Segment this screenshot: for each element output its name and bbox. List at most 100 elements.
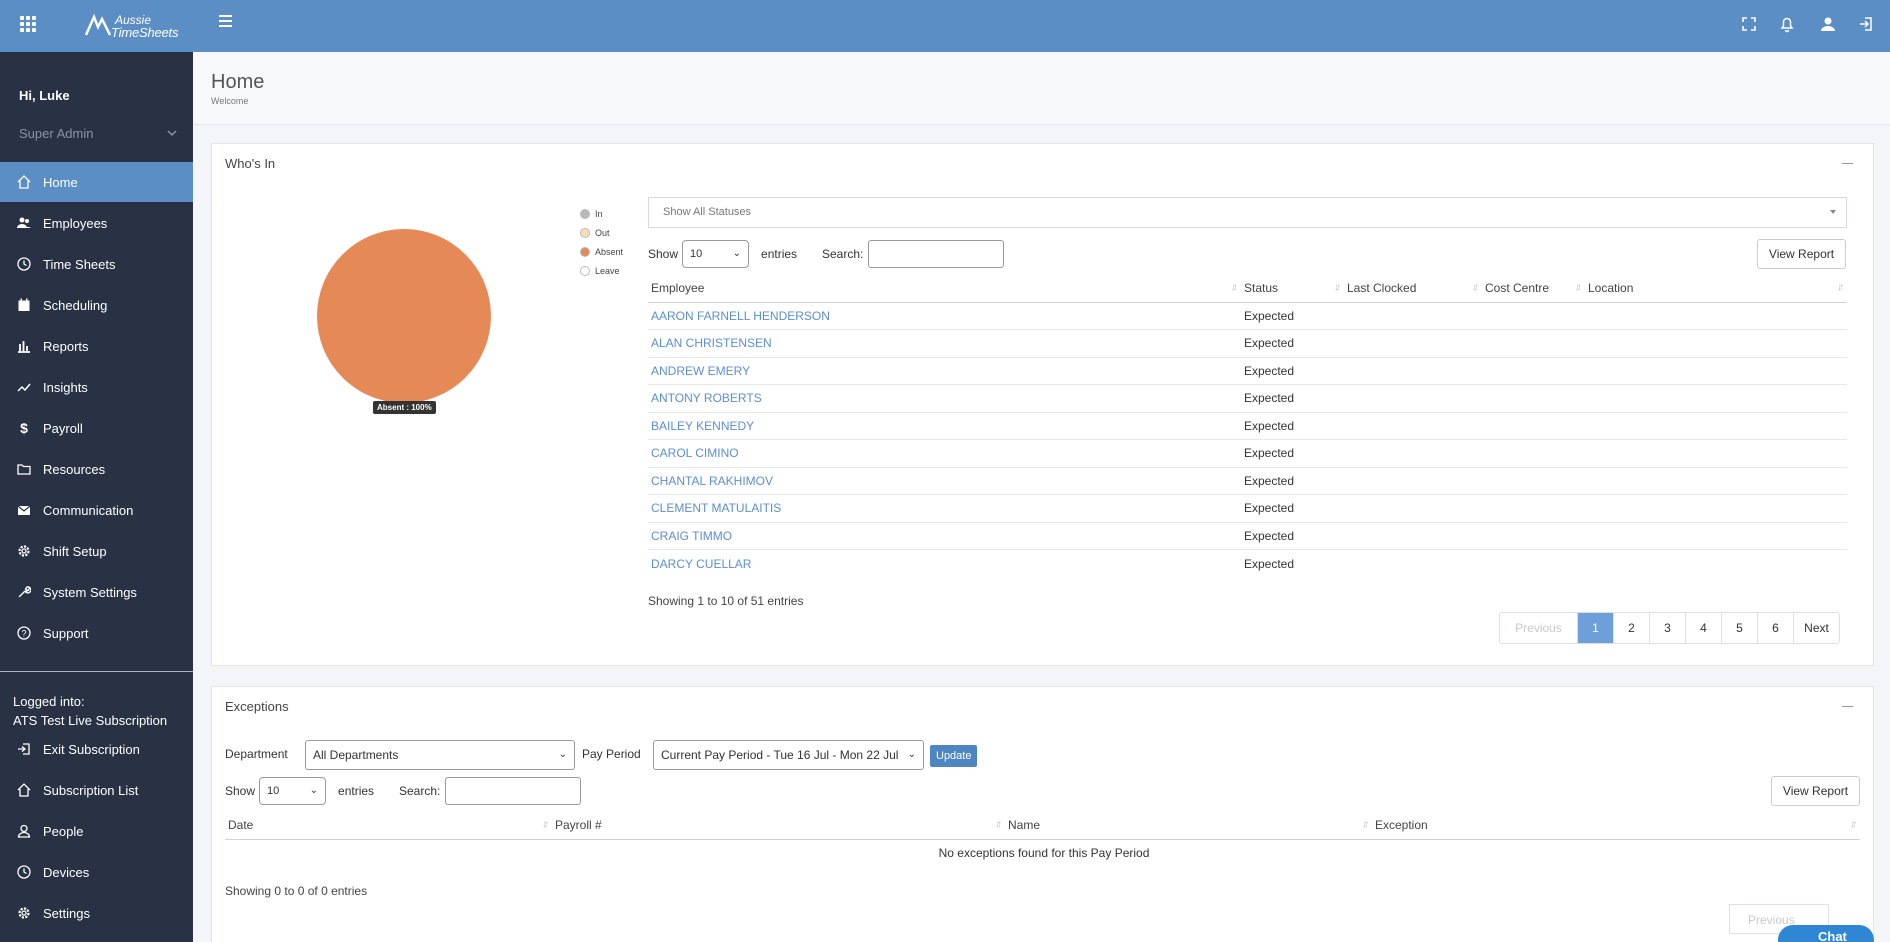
sidebar-item-label: Subscription List bbox=[43, 782, 139, 798]
employee-link[interactable]: ANTONY ROBERTS bbox=[651, 391, 762, 405]
view-report-button[interactable]: View Report bbox=[1771, 776, 1860, 806]
sidebar-item-label: System Settings bbox=[43, 584, 137, 600]
col-location[interactable]: Location ↓↑ bbox=[1585, 274, 1847, 303]
update-button[interactable]: Update bbox=[930, 745, 978, 767]
legend-item-out[interactable]: Out bbox=[580, 223, 623, 242]
employee-link[interactable]: CRAIG TIMMO bbox=[651, 529, 732, 543]
employee-link[interactable]: CAROL CIMINO bbox=[651, 446, 739, 460]
col-label: Name bbox=[1008, 817, 1041, 832]
search-label: Search: bbox=[399, 784, 441, 798]
page-header: Home Welcome bbox=[193, 52, 1890, 125]
employee-link[interactable]: CHANTAL RAKHIMOV bbox=[651, 474, 773, 488]
sidebar-item-scheduling[interactable]: Scheduling bbox=[0, 285, 193, 325]
calendar-icon bbox=[17, 298, 31, 312]
collapse-icon[interactable] bbox=[1842, 163, 1853, 164]
department-select[interactable]: All Departments ⌄ bbox=[305, 740, 575, 770]
cost-centre-cell bbox=[1482, 439, 1585, 468]
exceptions-panel: Exceptions Department All Departments ⌄ P… bbox=[211, 686, 1874, 942]
pager-page-5[interactable]: 5 bbox=[1721, 613, 1757, 643]
pie-legend: In Out Absent Leave bbox=[580, 204, 623, 280]
legend-item-leave[interactable]: Leave bbox=[580, 261, 623, 280]
logged-into-label: Logged into: bbox=[13, 694, 85, 709]
pay-period-select[interactable]: Current Pay Period - Tue 16 Jul - Mon 22… bbox=[653, 740, 924, 770]
status-filter-select[interactable]: Show All Statuses bbox=[648, 197, 1847, 228]
sidebar-item-settings[interactable]: Settings bbox=[0, 893, 193, 933]
legend-item-absent[interactable]: Absent bbox=[580, 242, 623, 261]
pager-page-1[interactable]: 1 bbox=[1577, 613, 1613, 643]
col-employee[interactable]: Employee ↓↑ bbox=[648, 274, 1241, 303]
brand-logo[interactable]: Aussie TimeSheets bbox=[84, 9, 178, 41]
sidebar-item-subscription-list[interactable]: Subscription List bbox=[0, 770, 193, 810]
col-payroll[interactable]: Payroll # ↓↑ bbox=[552, 811, 1005, 840]
sidebar-item-resources[interactable]: Resources bbox=[0, 449, 193, 489]
pager-page-6[interactable]: 6 bbox=[1757, 613, 1793, 643]
employee-link[interactable]: ALAN CHRISTENSEN bbox=[651, 336, 772, 350]
whos-in-title: Who's In bbox=[225, 156, 276, 171]
sidebar-item-communication[interactable]: Communication bbox=[0, 490, 193, 530]
pager-next[interactable]: Next bbox=[1793, 613, 1839, 643]
menu-toggle-icon[interactable] bbox=[219, 15, 232, 27]
chevron-down-icon: ⌄ bbox=[309, 785, 319, 796]
apps-grid-icon[interactable] bbox=[20, 16, 36, 32]
pager-page-4[interactable]: 4 bbox=[1685, 613, 1721, 643]
search-input[interactable] bbox=[868, 240, 1005, 268]
last-clocked-cell bbox=[1344, 302, 1482, 330]
sidebar-item-people[interactable]: People bbox=[0, 811, 193, 851]
employee-link[interactable]: DARCY CUELLAR bbox=[651, 557, 751, 571]
sidebar-item-time-sheets[interactable]: Time Sheets bbox=[0, 244, 193, 284]
role-selector[interactable]: Super Admin bbox=[19, 126, 179, 141]
col-last-clocked[interactable]: Last Clocked ↓↑ bbox=[1344, 274, 1482, 303]
sidebar-item-reports[interactable]: Reports bbox=[0, 326, 193, 366]
department-label: Department bbox=[225, 747, 288, 761]
employee-link[interactable]: BAILEY KENNEDY bbox=[651, 419, 754, 433]
entries-length: Show 10 ⌄ entries bbox=[648, 240, 797, 268]
sidebar-item-label: Shift Setup bbox=[43, 543, 107, 559]
pager-page-2[interactable]: 2 bbox=[1613, 613, 1649, 643]
sidebar-item-home[interactable]: Home bbox=[0, 162, 193, 202]
sidebar-item-employees[interactable]: Employees bbox=[0, 203, 193, 243]
pager-page-3[interactable]: 3 bbox=[1649, 613, 1685, 643]
view-report-button[interactable]: View Report bbox=[1757, 239, 1846, 269]
logout-icon[interactable] bbox=[1857, 14, 1877, 34]
sidebar-item-devices[interactable]: Devices bbox=[0, 852, 193, 892]
table-row: AARON FARNELL HENDERSON Expected bbox=[648, 302, 1847, 330]
sidebar-item-exit-subscription[interactable]: Exit Subscription bbox=[0, 729, 193, 769]
sidebar-item-system-settings[interactable]: System Settings bbox=[0, 572, 193, 612]
sidebar-item-support[interactable]: ? Support bbox=[0, 613, 193, 653]
col-cost-centre[interactable]: Cost Centre ↓↑ bbox=[1482, 274, 1585, 303]
fullscreen-icon[interactable] bbox=[1739, 14, 1759, 34]
page-subtitle: Welcome bbox=[211, 96, 249, 106]
cost-centre-cell bbox=[1482, 302, 1585, 330]
legend-item-in[interactable]: In bbox=[580, 204, 623, 223]
pager-previous[interactable]: Previous bbox=[1500, 613, 1577, 643]
sidebar-divider bbox=[0, 671, 193, 672]
location-cell bbox=[1585, 357, 1847, 385]
legend-label: In bbox=[595, 208, 603, 219]
sidebar-item-shift-setup[interactable]: Shift Setup bbox=[0, 531, 193, 571]
cost-centre-cell bbox=[1482, 550, 1585, 578]
last-clocked-cell bbox=[1344, 412, 1482, 440]
col-date[interactable]: Date ↓↑ bbox=[225, 811, 552, 840]
logged-into: Logged into: ATS Test Live Subscription bbox=[13, 692, 167, 730]
col-status[interactable]: Status ↓↑ bbox=[1241, 274, 1344, 303]
col-exception[interactable]: Exception ↓↑ bbox=[1372, 811, 1860, 840]
sidebar-item-payroll[interactable]: $ Payroll bbox=[0, 408, 193, 448]
entries-select[interactable]: 10 ⌄ bbox=[682, 240, 750, 268]
sidebar-item-label: Insights bbox=[43, 379, 88, 395]
collapse-icon[interactable] bbox=[1842, 706, 1853, 707]
legend-dot bbox=[580, 227, 590, 238]
last-clocked-cell bbox=[1344, 467, 1482, 495]
col-name[interactable]: Name ↓↑ bbox=[1005, 811, 1372, 840]
sidebar-item-insights[interactable]: Insights bbox=[0, 367, 193, 407]
employee-link[interactable]: ANDREW EMERY bbox=[651, 364, 750, 378]
user-icon[interactable] bbox=[1818, 14, 1838, 34]
help-icon: ? bbox=[17, 626, 31, 640]
legend-label: Absent bbox=[595, 246, 624, 257]
employee-link[interactable]: CLEMENT MATULAITIS bbox=[651, 501, 781, 515]
bell-icon[interactable] bbox=[1777, 14, 1797, 34]
employee-link[interactable]: AARON FARNELL HENDERSON bbox=[651, 309, 830, 323]
chat-button[interactable]: Chat bbox=[1778, 925, 1874, 942]
search-input[interactable] bbox=[445, 777, 582, 805]
entries-select[interactable]: 10 ⌄ bbox=[259, 777, 327, 805]
envelope-icon bbox=[17, 503, 31, 517]
